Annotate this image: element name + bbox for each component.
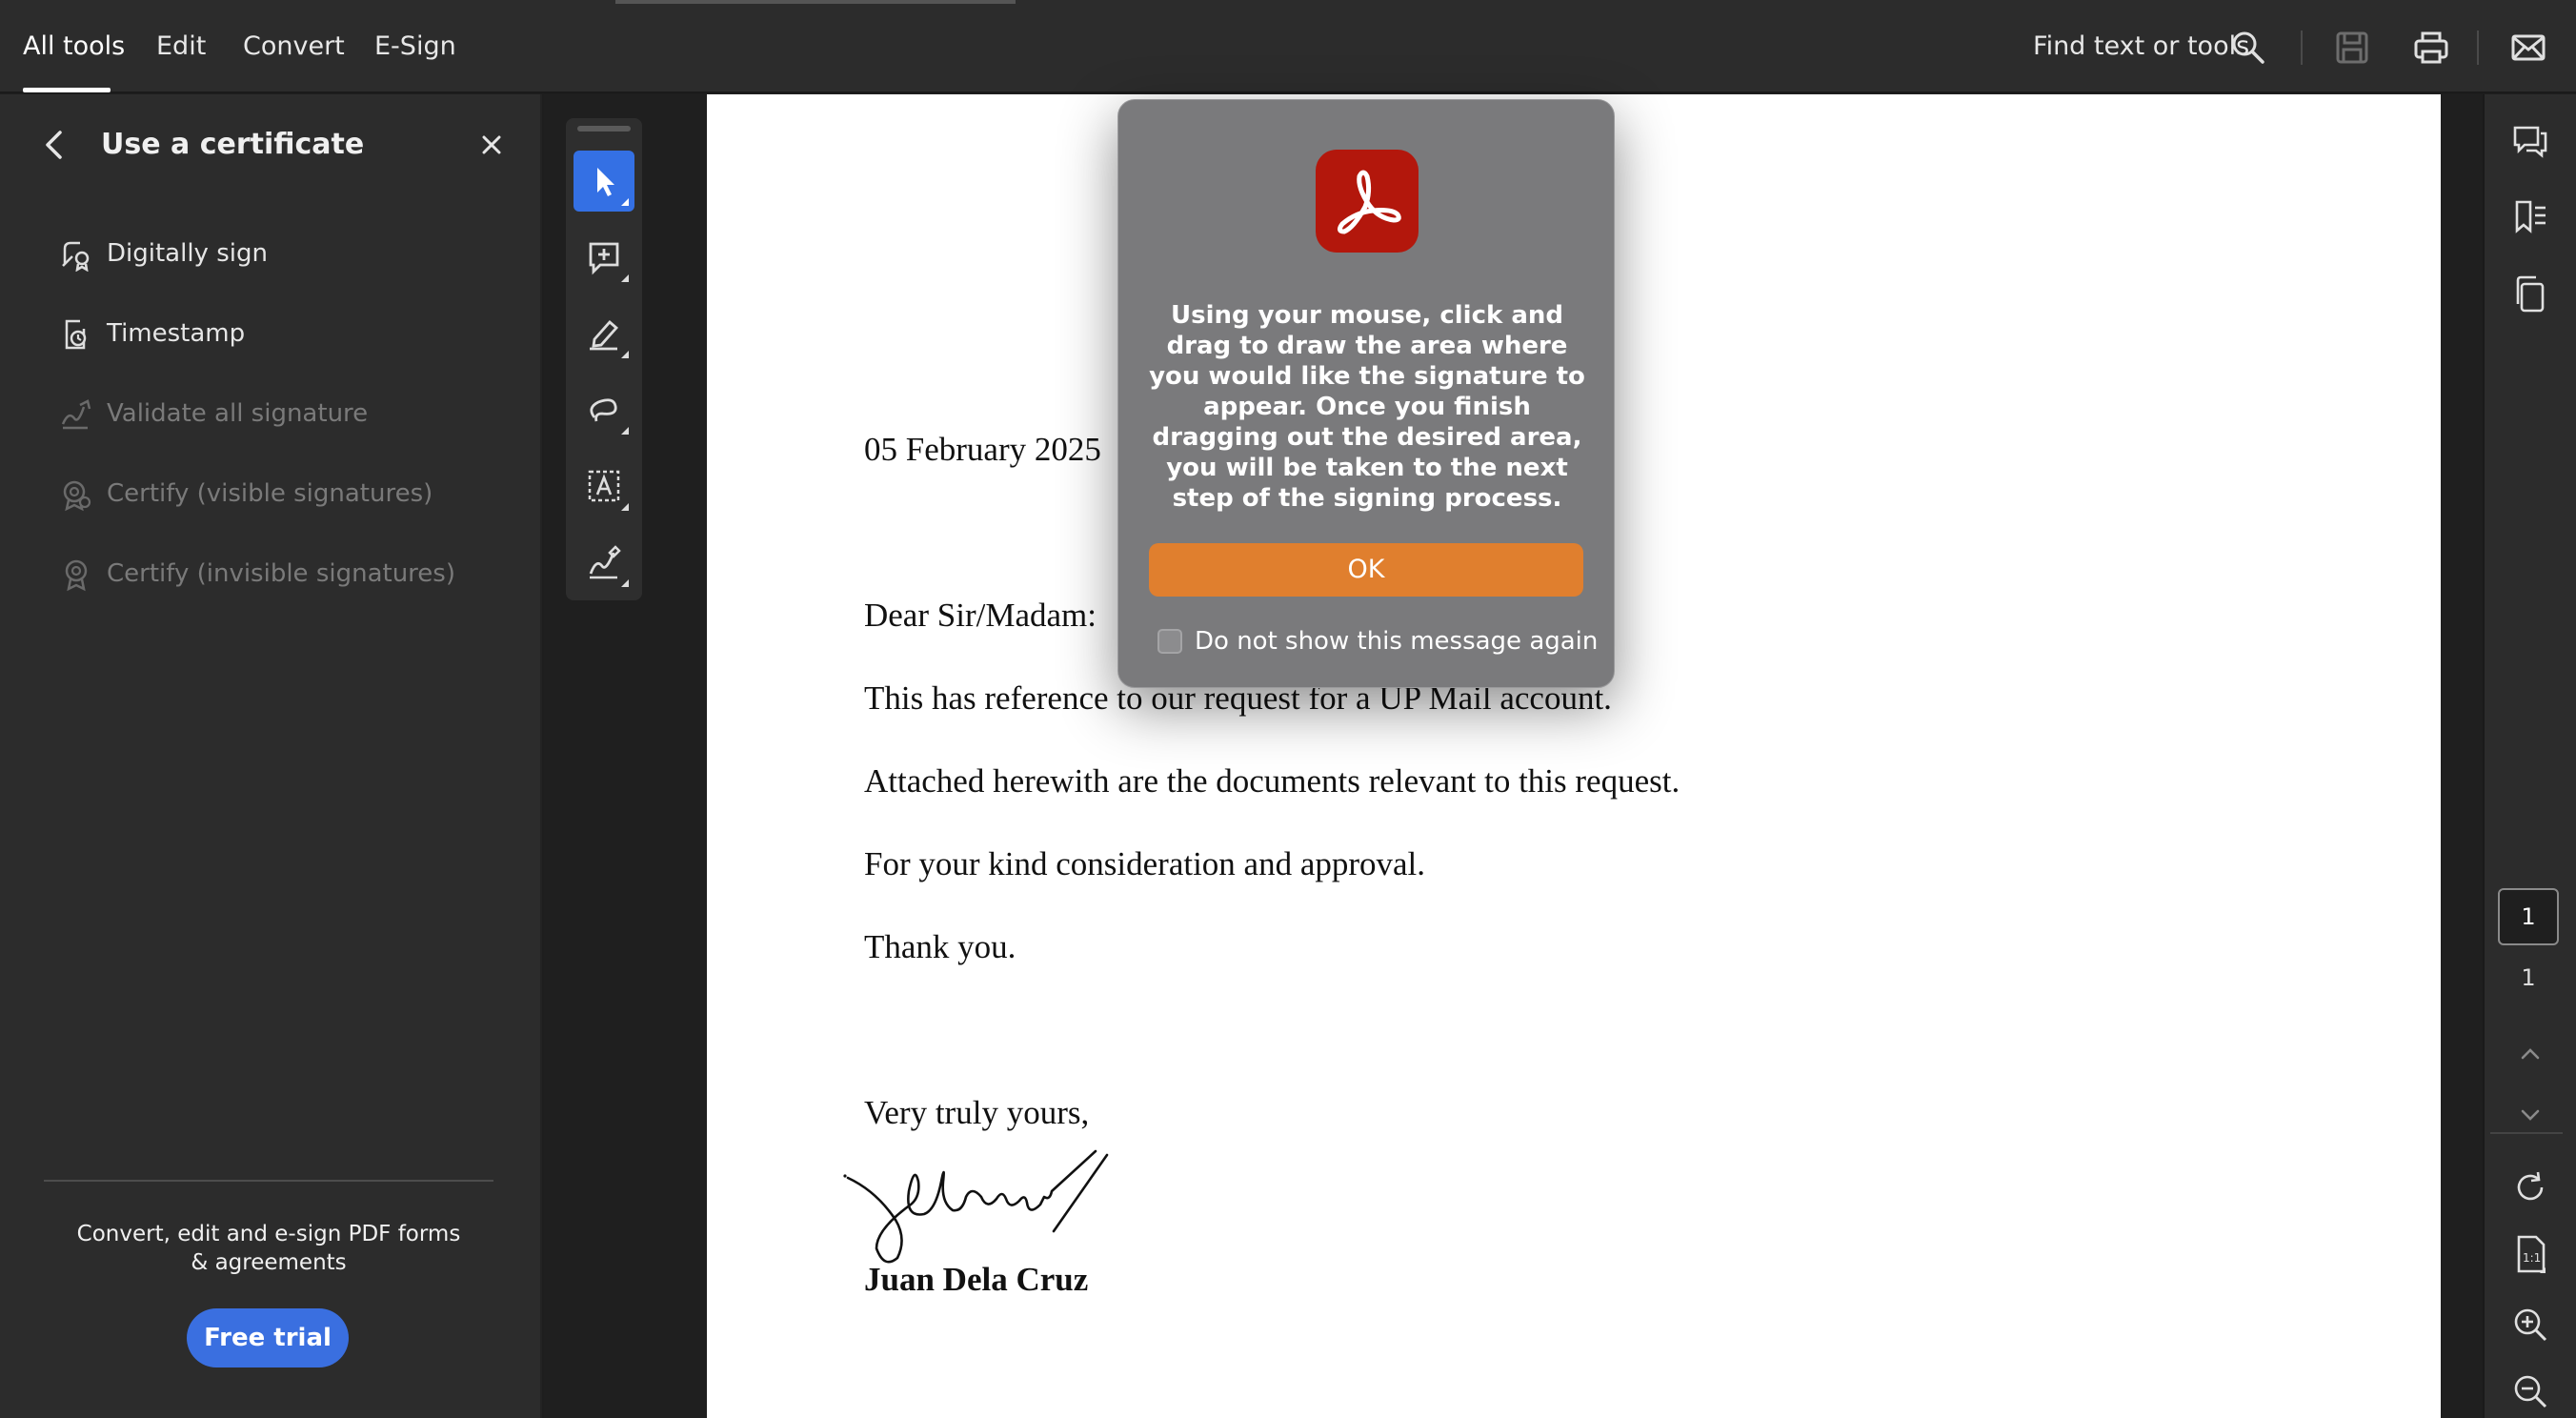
panel-item-label: Certify (visible signatures)	[107, 479, 433, 508]
panel-title: Use a certificate	[101, 128, 365, 161]
tab-edit[interactable]: Edit	[156, 31, 206, 61]
highlight-icon[interactable]	[574, 303, 634, 364]
panel-item-label: Digitally sign	[107, 239, 268, 268]
mail-icon[interactable]	[2509, 29, 2547, 67]
print-icon[interactable]	[2412, 29, 2450, 67]
panel-item-certify-invisible: Certify (invisible signatures)	[53, 552, 511, 599]
panel-divider	[44, 1180, 493, 1182]
letter-paragraph: Thank you.	[864, 928, 1016, 965]
active-tab-underline	[23, 88, 111, 92]
quick-tools-strip	[566, 118, 642, 600]
search-icon[interactable]	[2229, 29, 2267, 67]
free-trial-button[interactable]: Free trial	[187, 1308, 349, 1367]
bookmarks-icon[interactable]	[2509, 196, 2551, 238]
panel-item-timestamp[interactable]: Timestamp	[53, 312, 511, 359]
tool-flyout-indicator	[621, 579, 629, 587]
draw-freehand-icon[interactable]	[574, 379, 634, 440]
letter-closing: Very truly yours,	[864, 1094, 1090, 1131]
acrobat-logo-icon	[1316, 150, 1419, 253]
find-text-or-tools-label[interactable]: Find text or tools	[2033, 31, 2249, 61]
total-pages: 1	[2521, 964, 2536, 991]
sign-icon[interactable]	[574, 532, 634, 593]
right-gutter	[2441, 94, 2483, 1418]
dialog-message: Using your mouse, click and drag to draw…	[1149, 301, 1585, 513]
save-icon[interactable]	[2333, 29, 2371, 67]
panel-item-certify-visible: Certify (visible signatures)	[53, 472, 511, 519]
fit-page-icon[interactable]: 1:1	[2509, 1233, 2551, 1275]
close-icon[interactable]	[476, 130, 507, 160]
tab-convert[interactable]: Convert	[243, 31, 345, 61]
letter-date: 05 February 2025	[864, 431, 1101, 468]
do-not-show-label[interactable]: Do not show this message again	[1195, 627, 1598, 656]
letter-paragraph: For your kind consideration and approval…	[864, 845, 1426, 882]
certify-invisible-icon	[65, 559, 88, 592]
zoom-in-icon[interactable]	[2509, 1304, 2551, 1346]
tab-e-sign[interactable]: E-Sign	[374, 31, 456, 61]
promo-text: Convert, edit and e-sign PDF forms & agr…	[57, 1220, 480, 1277]
select-tool-icon[interactable]	[574, 151, 634, 212]
svg-text:1:1: 1:1	[2523, 1251, 2541, 1265]
pages-icon[interactable]	[2509, 273, 2551, 314]
promo-line: Convert, edit and e-sign PDF forms	[76, 1222, 461, 1246]
validate-signature-icon	[61, 399, 91, 430]
panel-item-label: Timestamp	[107, 319, 246, 348]
ok-button[interactable]: OK	[1149, 543, 1583, 597]
zoom-out-icon[interactable]	[2509, 1370, 2551, 1412]
tool-flyout-indicator	[621, 274, 629, 282]
letter-paragraph: Attached herewith are the documents rele…	[864, 762, 1680, 800]
panel-item-digitally-sign[interactable]: Digitally sign	[53, 232, 511, 279]
promo-line: & agreements	[191, 1250, 347, 1275]
panel-item-label: Certify (invisible signatures)	[107, 559, 455, 588]
drag-handle[interactable]	[577, 126, 631, 132]
text-select-icon[interactable]	[574, 456, 634, 517]
certify-visible-icon	[63, 480, 91, 512]
tool-flyout-indicator	[621, 198, 629, 206]
rotate-icon[interactable]	[2509, 1166, 2551, 1208]
chevron-up-icon[interactable]	[2509, 1033, 2551, 1075]
handwritten-signature	[838, 1144, 1134, 1277]
toolbar-divider	[2301, 30, 2303, 65]
loading-indicator	[615, 0, 1016, 4]
signatory-name: Juan Dela Cruz	[864, 1261, 1089, 1298]
letter-salutation: Dear Sir/Madam:	[864, 597, 1097, 634]
chevron-down-icon[interactable]	[2509, 1094, 2551, 1136]
toolbar-divider	[2477, 30, 2479, 65]
tab-all-tools[interactable]: All tools	[23, 31, 125, 61]
tool-flyout-indicator	[621, 427, 629, 435]
add-comment-icon[interactable]	[574, 227, 634, 288]
timestamp-icon	[65, 319, 87, 350]
tool-flyout-indicator	[621, 503, 629, 511]
comments-icon[interactable]	[2509, 120, 2551, 162]
digitally-sign-icon	[62, 241, 90, 272]
signature-instructions-dialog: Using your mouse, click and drag to draw…	[1117, 99, 1615, 688]
back-icon[interactable]	[36, 126, 74, 164]
panel-item-validate-all-signature: Validate all signature	[53, 392, 511, 439]
current-page-input[interactable]: 1	[2498, 888, 2559, 945]
rail-divider	[2490, 1132, 2563, 1134]
tool-flyout-indicator	[621, 351, 629, 358]
do-not-show-checkbox[interactable]	[1157, 629, 1182, 654]
panel-item-label: Validate all signature	[107, 399, 369, 428]
